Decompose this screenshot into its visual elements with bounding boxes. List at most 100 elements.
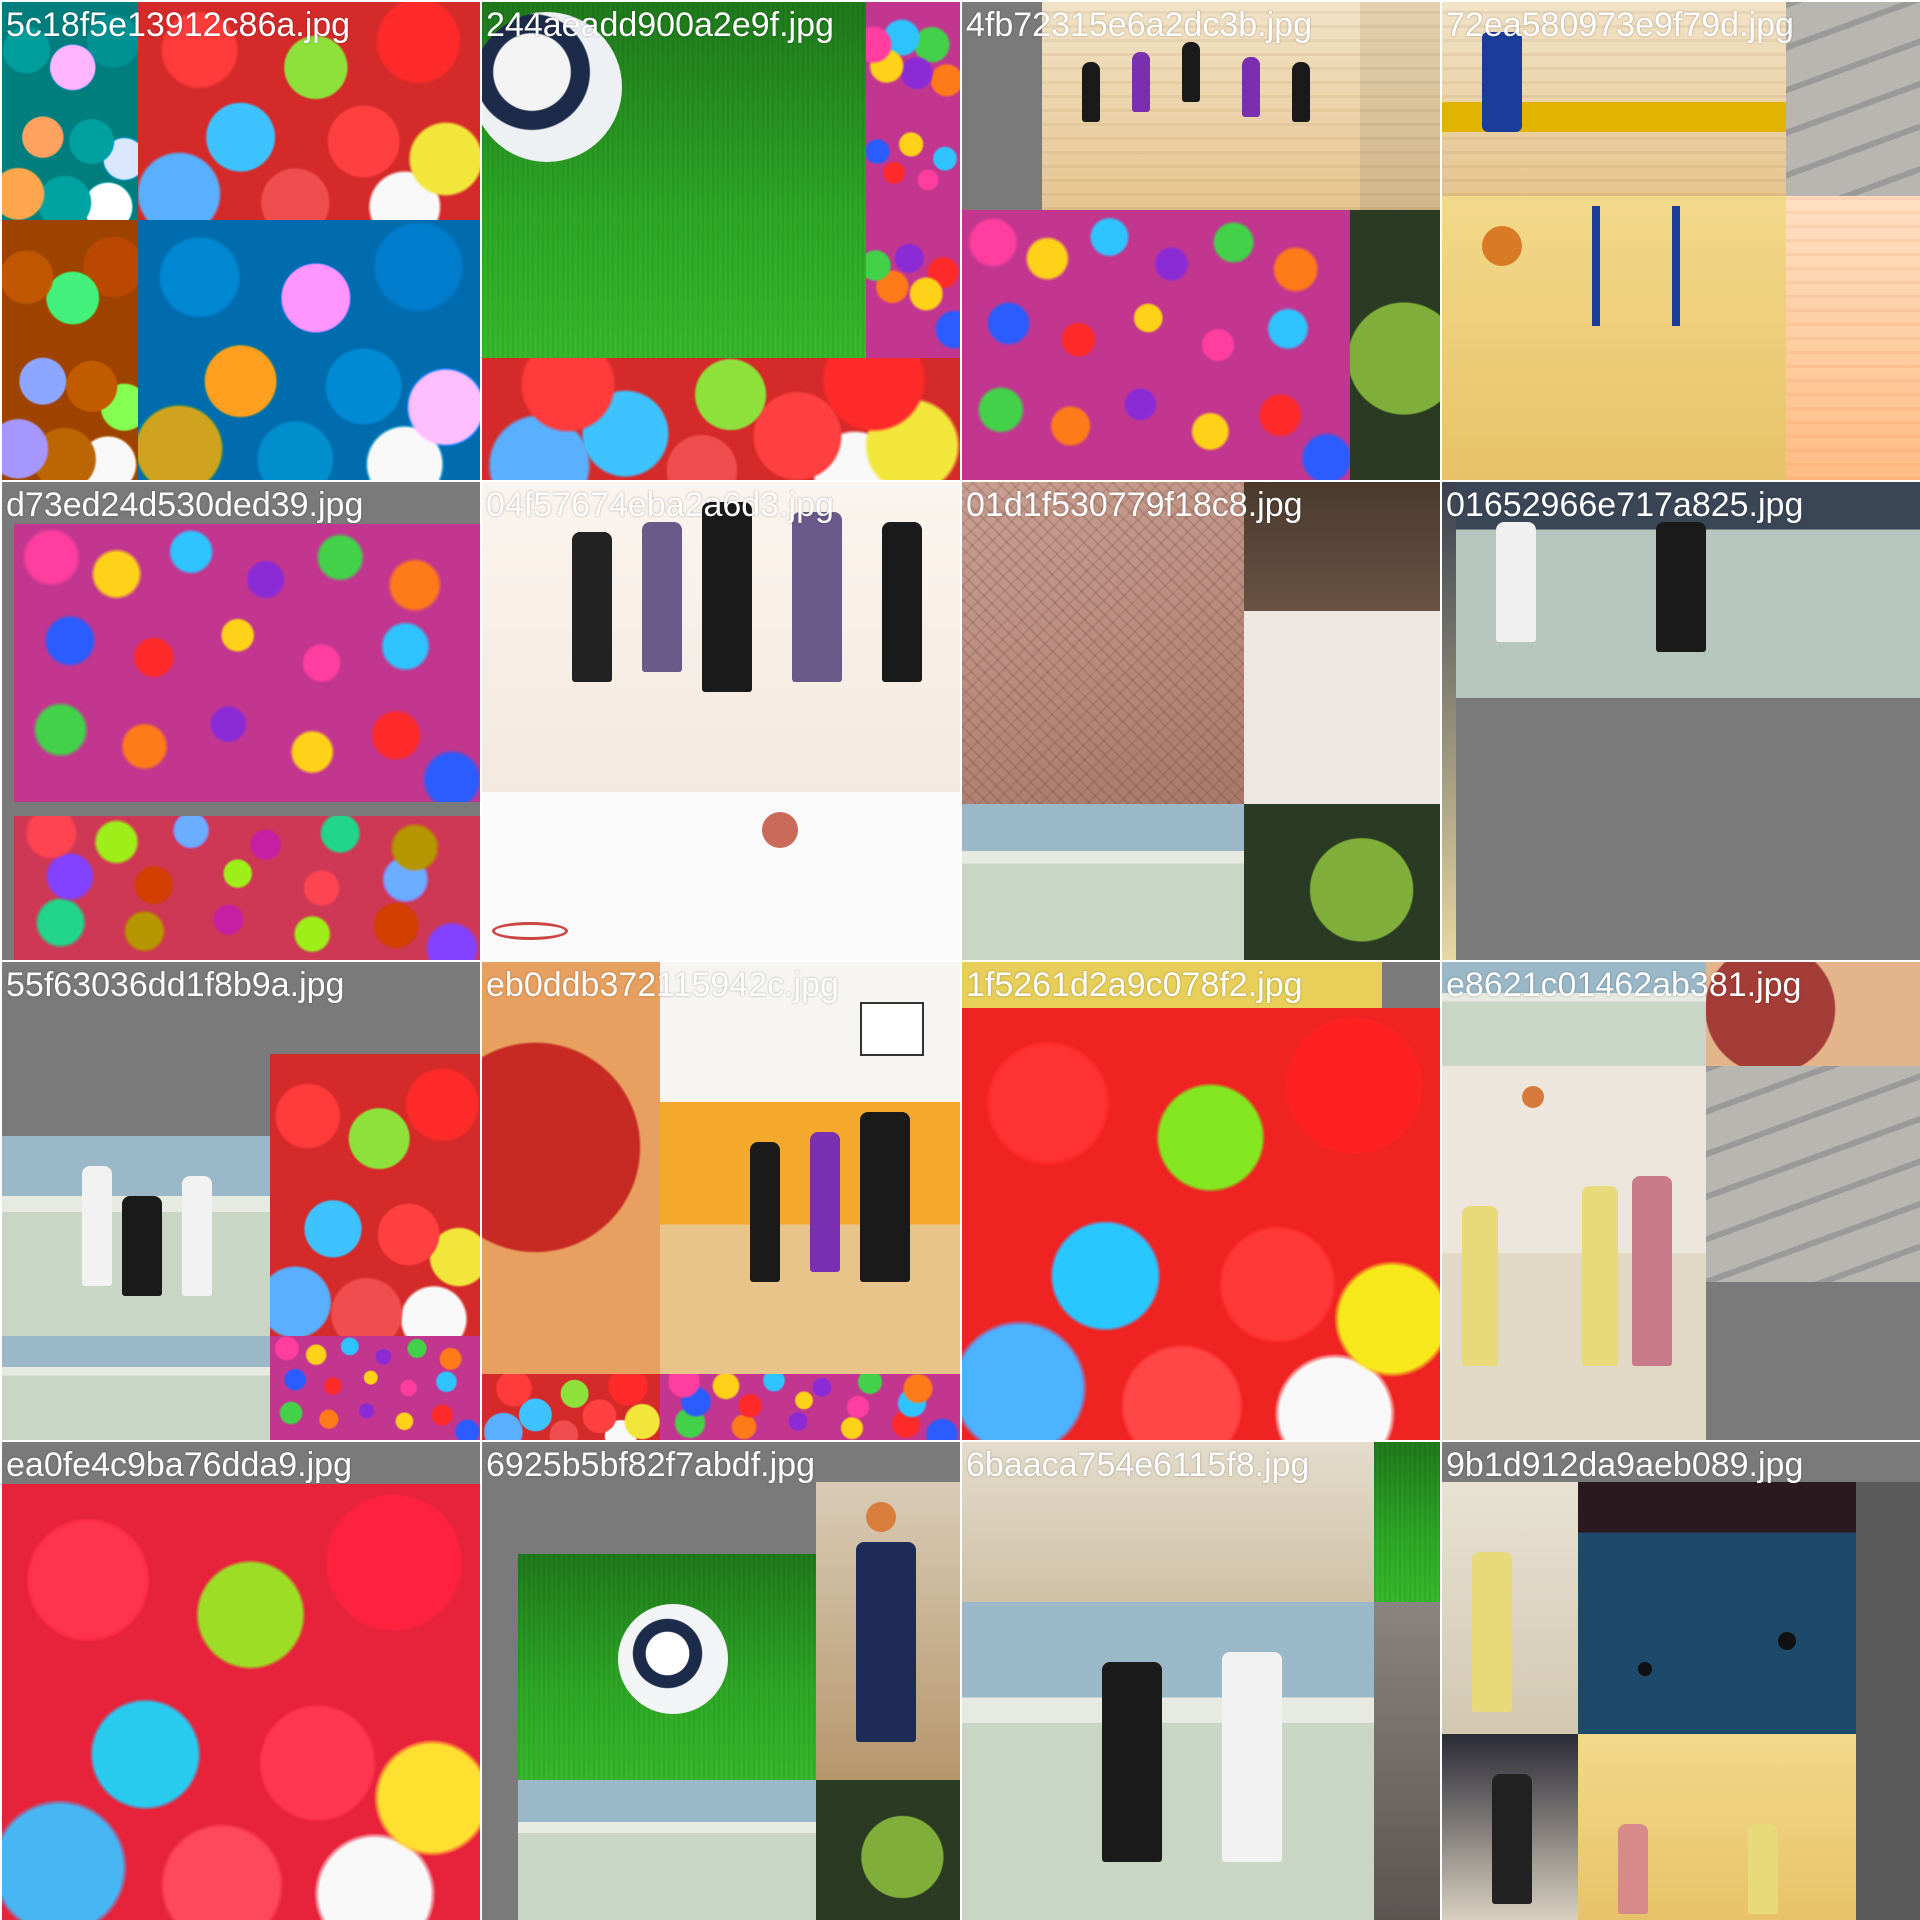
player [750, 1142, 780, 1282]
player [860, 1112, 910, 1282]
player [1132, 52, 1150, 112]
referee [1492, 1774, 1532, 1904]
collage-tile[interactable]: 04f57674eba2a6d3.jpg [482, 482, 960, 960]
ceiling-photo [1706, 1066, 1920, 1282]
candy-photo [482, 1374, 660, 1440]
ball [762, 812, 798, 848]
basketball [1522, 1086, 1544, 1108]
pool-ball [1638, 1662, 1652, 1676]
player [122, 1196, 162, 1296]
candy-photo [270, 1054, 480, 1336]
candy-photo [2, 220, 138, 480]
photo-strip [1350, 210, 1440, 480]
collage-tile[interactable]: d73ed24d530ded39.jpg [2, 482, 480, 960]
player [882, 522, 922, 682]
collage-tile[interactable]: eb0ddb372115942c.jpg [482, 962, 960, 1440]
player [1102, 1662, 1162, 1862]
collage-tile[interactable]: ea0fe4c9ba76dda9.jpg [2, 1442, 480, 1920]
player [856, 1542, 916, 1742]
candy-photo [2, 1484, 480, 1920]
player [1656, 522, 1706, 652]
hoop-photo [482, 792, 960, 960]
referee-photo [1442, 1734, 1578, 1920]
collage-tile[interactable]: 6925b5bf82f7abdf.jpg [482, 1442, 960, 1920]
player [792, 512, 842, 682]
basketball-photo [1442, 1066, 1706, 1440]
filename-label: 55f63036dd1f8b9a.jpg [6, 966, 345, 1004]
tennis-ball-photo [482, 962, 660, 1374]
candy-photo [962, 1008, 1440, 1440]
filename-label: 6baaca754e6115f8.jpg [966, 1446, 1310, 1484]
ball-pit-photo [14, 524, 480, 802]
player [1292, 62, 1310, 122]
filename-label: 01652966e717a825.jpg [1446, 486, 1804, 524]
filename-label: d73ed24d530ded39.jpg [6, 486, 364, 524]
ball-pit-photo [270, 1336, 480, 1440]
player [1748, 1824, 1778, 1914]
basketball-photo [660, 1102, 960, 1374]
basketball-photo [482, 482, 960, 792]
basketball [866, 1502, 896, 1532]
floorball-photo [518, 1780, 816, 1920]
filename-label: 6925b5bf82f7abdf.jpg [486, 1446, 815, 1484]
pool-table-photo [1578, 1482, 1856, 1734]
candy-photo [138, 220, 480, 480]
player [1082, 62, 1100, 122]
filename-label: e8621c01462ab381.jpg [1446, 966, 1802, 1004]
ball-pit-photo [866, 2, 960, 358]
player [1582, 1186, 1618, 1366]
ball-pit-photo [14, 816, 480, 960]
ball-pit-photo [660, 1374, 960, 1440]
collage-tile[interactable]: 5c18f5e13912c86a.jpg [2, 2, 480, 480]
filename-label: 5c18f5e13912c86a.jpg [6, 6, 351, 44]
hoop-support [1672, 206, 1680, 326]
filename-label: ea0fe4c9ba76dda9.jpg [6, 1446, 352, 1484]
filename-label: 01d1f530779f18c8.jpg [966, 486, 1303, 524]
backboard [860, 1002, 924, 1056]
tree-photo [816, 1780, 960, 1920]
collage-tile[interactable]: 01652966e717a825.jpg [1442, 482, 1920, 960]
filename-label: 72ea580973e9f79d.jpg [1446, 6, 1794, 44]
collage-tile[interactable]: 1f5261d2a9c078f2.jpg [962, 962, 1440, 1440]
collage-tile[interactable]: 55f63036dd1f8b9a.jpg [2, 962, 480, 1440]
photo-strip [1374, 1602, 1440, 1920]
player [82, 1166, 112, 1286]
filename-label: 244aeadd900a2e9f.jpg [486, 6, 834, 44]
filename-label: 1f5261d2a9c078f2.jpg [966, 966, 1303, 1004]
filename-label: 04f57674eba2a6d3.jpg [486, 486, 834, 524]
filename-label: 9b1d912da9aeb089.jpg [1446, 1446, 1804, 1484]
player [810, 1132, 840, 1272]
photo-strip [1360, 2, 1440, 210]
collage-tile[interactable]: 01d1f530779f18c8.jpg [962, 482, 1440, 960]
filename-label: eb0ddb372115942c.jpg [486, 966, 839, 1004]
photo-strip [1442, 482, 1456, 960]
collage-tile[interactable]: 4fb72315e6a2dc3b.jpg [962, 2, 1440, 480]
player [642, 522, 682, 672]
collage-tile[interactable]: e8621c01462ab381.jpg [1442, 962, 1920, 1440]
crowd-photo [1244, 482, 1440, 804]
floorball-photo [962, 1602, 1374, 1920]
player [572, 532, 612, 682]
ball-pit-photo [962, 210, 1350, 480]
photo-strip [1856, 1482, 1920, 1920]
city-model-photo [962, 482, 1244, 804]
collage-tile[interactable]: 9b1d912da9aeb089.jpg [1442, 1442, 1920, 1920]
gym-wall-photo [1442, 196, 1786, 480]
candy-photo [482, 358, 960, 480]
basketball-photo [1578, 1734, 1856, 1920]
player [1242, 57, 1260, 117]
image-collage-grid: 5c18f5e13912c86a.jpg 244aeadd900a2e9f.jp… [0, 0, 1920, 1920]
hoop-rim [492, 922, 568, 940]
basketball [1482, 226, 1522, 266]
filename-label: 4fb72315e6a2dc3b.jpg [966, 6, 1312, 44]
collage-tile[interactable]: 244aeadd900a2e9f.jpg [482, 2, 960, 480]
gym-photo [1786, 196, 1920, 480]
hoop-support [1592, 206, 1600, 326]
floorball-photo [962, 804, 1244, 960]
collage-tile[interactable]: 72ea580973e9f79d.jpg [1442, 2, 1920, 480]
floorball-photo [2, 1336, 270, 1440]
tree-photo [1244, 804, 1440, 960]
ceiling-photo [1786, 2, 1920, 196]
player [1632, 1176, 1672, 1366]
collage-tile[interactable]: 6baaca754e6115f8.jpg [962, 1442, 1440, 1920]
